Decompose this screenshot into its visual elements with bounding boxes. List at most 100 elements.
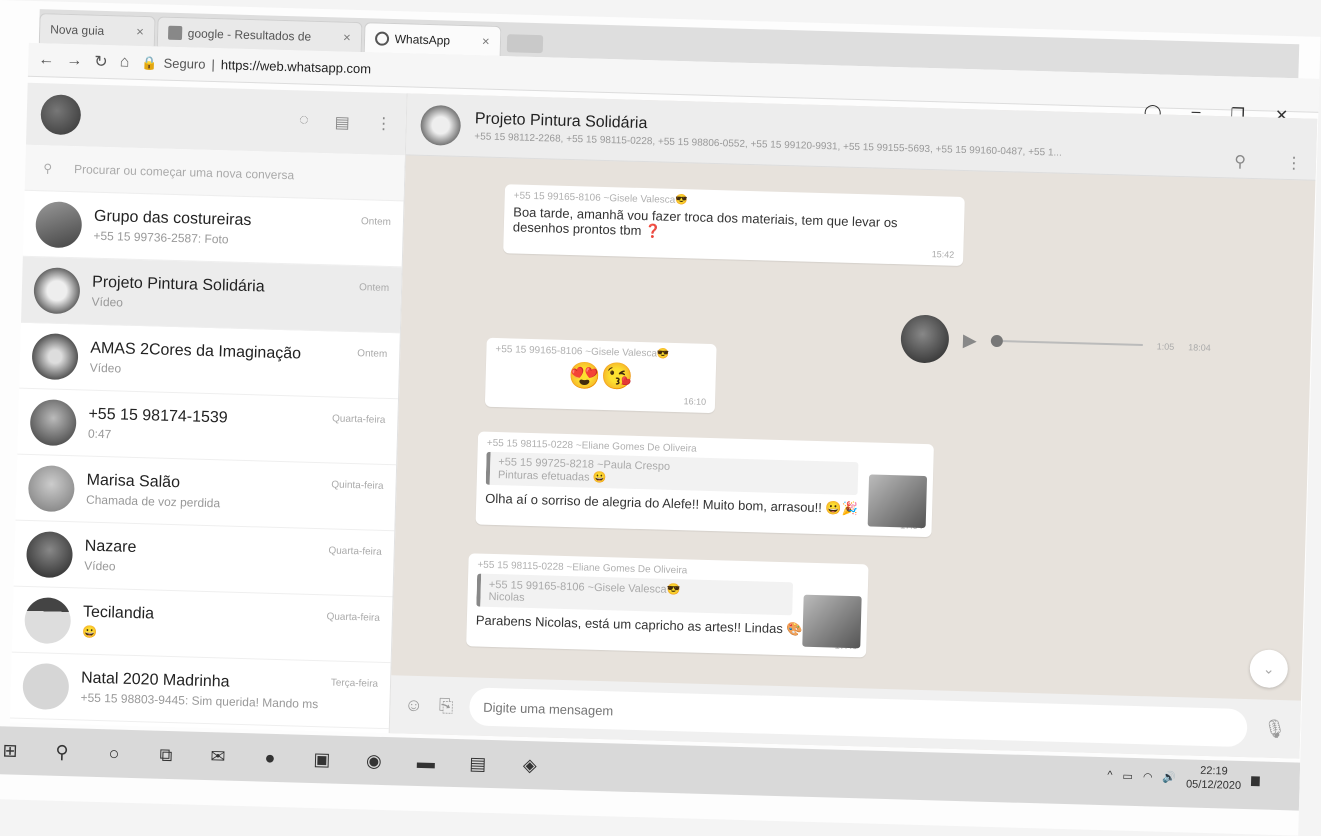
conversation-item[interactable]: +55 15 98174-1539 0:47 Quarta-feira [17, 388, 399, 466]
new-chat-icon[interactable]: ▤ [334, 112, 350, 132]
quoted-message[interactable]: +55 15 99725-8218 ~Paula Crespo Pinturas… [485, 451, 859, 496]
avatar[interactable] [420, 104, 462, 146]
audio-handle[interactable] [990, 334, 1003, 348]
conversation-time: Quarta-feira [328, 545, 382, 558]
new-tab-button[interactable] [506, 34, 543, 54]
message-bubble: +55 15 99165-8106 ~Gisele Valesca😎 Boa t… [503, 184, 965, 266]
secure-label: Seguro [163, 55, 206, 72]
chrome-icon[interactable]: ◉ [363, 750, 386, 772]
conversation-item[interactable]: Grupo das costureiras +55 15 99736-2587:… [22, 190, 404, 268]
conversation-preview: Vídeo [84, 558, 116, 574]
forward-arrow-icon[interactable]: → [66, 51, 82, 69]
audio-track[interactable] [990, 334, 1143, 348]
search-icon[interactable]: ⚲ [51, 741, 74, 763]
conversation-item[interactable]: Natal 2020 Madrinha +55 15 98803-9445: S… [9, 652, 391, 730]
tab-label: Nova guia [50, 21, 105, 38]
conversation-item[interactable]: AMAS 2Cores da Imaginação Vídeo Ontem [19, 322, 400, 400]
mail-icon[interactable]: ✉ [207, 746, 230, 768]
close-icon[interactable]: × [317, 29, 351, 45]
quoted-message[interactable]: +55 15 99165-8106 ~Gisele Valesca😎 Nicol… [476, 573, 794, 616]
conversation-preview: Vídeo [91, 294, 124, 310]
status-icon[interactable]: ◌ [299, 111, 309, 131]
windows-start-icon[interactable]: ⊞ [0, 740, 21, 762]
divider: | [211, 56, 216, 73]
screen-photo: Nova guia × google - Resultados de × Wha… [0, 0, 1321, 836]
audio-duration: 1:05 [1156, 341, 1175, 352]
search-icon[interactable]: ⚲ [1234, 152, 1246, 172]
emoji-icon[interactable]: ☺ [404, 694, 423, 716]
home-icon[interactable]: ⌂ [119, 53, 130, 71]
microphone-icon[interactable]: 🎙 [1263, 718, 1286, 740]
message-bubble: +55 15 98115-0228 ~Eliane Gomes De Olive… [475, 431, 934, 538]
message-input[interactable] [468, 687, 1248, 748]
avatar [33, 266, 81, 314]
notifications-icon[interactable]: ▆ [1251, 773, 1260, 786]
audio-message: ▶ 1:05 18:04 [890, 307, 1222, 378]
message-bubble: +55 15 98115-0228 ~Eliane Gomes De Olive… [466, 553, 869, 658]
conversation-time: Terça-feira [330, 677, 379, 690]
wifi-icon[interactable]: ◠ [1143, 770, 1153, 783]
conversation-item[interactable]: Marisa Salão Chamada de voz perdida Quin… [15, 454, 397, 532]
conversation-preview: 😀 [82, 624, 98, 639]
menu-icon[interactable]: ⋮ [375, 114, 392, 134]
image-thumbnail[interactable] [867, 474, 928, 529]
menu-icon[interactable]: ⋮ [1286, 153, 1303, 173]
reload-icon[interactable]: ↻ [94, 51, 108, 71]
clock[interactable]: 22:19 05/12/2020 [1186, 763, 1242, 793]
tab-label: google - Resultados de [187, 25, 312, 44]
avatar [24, 596, 72, 644]
chat-panel: Projeto Pintura Solidária +55 15 98112-2… [389, 93, 1318, 759]
conversation-time: Quarta-feira [326, 611, 381, 624]
clock-date: 05/12/2020 [1185, 778, 1242, 793]
conversation-item[interactable]: Nazare Vídeo Quarta-feira [13, 520, 395, 598]
conversation-preview: Vídeo [89, 360, 122, 376]
message-list: +55 15 99165-8106 ~Gisele Valesca😎 Boa t… [391, 155, 1315, 700]
search-icon: ⚲ [43, 160, 53, 176]
system-tray: ^ ▭ ◠ 🔊 22:19 05/12/2020 ▆ [1107, 761, 1260, 794]
tab-label: WhatsApp [394, 31, 451, 48]
message-bubble: +55 15 99165-8106 ~Gisele Valesca😎 😍😘 16… [484, 337, 717, 414]
avatar [35, 200, 83, 248]
back-arrow-icon[interactable]: ← [38, 51, 54, 69]
conversation-preview: +55 15 98803-9445: Sim querida! Mando ms… [80, 690, 319, 712]
conversation-item[interactable]: Tecilandia 😀 Quarta-feira [11, 586, 393, 664]
avatar [31, 332, 79, 380]
image-thumbnail[interactable] [802, 594, 862, 649]
conversation-name: Natal 2020 Madrinha [80, 669, 230, 691]
folder-icon[interactable]: ▬ [415, 751, 438, 773]
photos-icon[interactable]: ▣ [311, 748, 334, 770]
conversation-item[interactable]: Projeto Pintura Solidária Vídeo Ontem [20, 256, 402, 334]
tab-whatsapp[interactable]: WhatsApp × [363, 22, 502, 56]
attach-icon[interactable]: ⎘ [439, 695, 454, 716]
sidebar: ◌ ▤ ⋮ ⚲ Procurar ou começar uma nova con… [9, 82, 408, 734]
cortana-icon[interactable]: ○ [103, 743, 126, 765]
whatsapp-app: ◌ ▤ ⋮ ⚲ Procurar ou começar uma nova con… [9, 82, 1318, 759]
tab-new[interactable]: Nova guia × [38, 13, 156, 47]
conversation-name: Nazare [84, 537, 137, 557]
google-favicon-icon [167, 25, 182, 40]
avatar [29, 398, 77, 446]
omnibox[interactable]: 🔒 Seguro | https://web.whatsapp.com [141, 54, 371, 76]
conversation-time: Quinta-feira [331, 479, 384, 492]
avatar [27, 464, 76, 512]
conversation-name: Marisa Salão [86, 471, 181, 492]
close-icon[interactable]: × [456, 33, 490, 48]
avatar[interactable] [40, 94, 82, 136]
chevron-up-icon[interactable]: ^ [1107, 770, 1113, 782]
edge-icon[interactable]: ● [259, 747, 282, 769]
store-icon[interactable]: ▤ [467, 753, 490, 775]
url-text: https://web.whatsapp.com [220, 57, 372, 77]
play-icon[interactable]: ▶ [963, 330, 977, 351]
conversation-time: Ontem [360, 216, 392, 229]
network-icon[interactable]: ▭ [1122, 769, 1133, 782]
volume-icon[interactable]: 🔊 [1162, 771, 1176, 784]
whatsapp-favicon-icon [374, 30, 389, 46]
conversation-time: Ontem [358, 282, 390, 294]
sidebar-header: ◌ ▤ ⋮ [25, 82, 407, 156]
close-icon[interactable]: × [110, 23, 144, 39]
conversation-preview: Chamada de voz perdida [85, 492, 221, 511]
message-text: 😍😘 [567, 360, 634, 392]
task-view-icon[interactable]: ⧉ [155, 744, 178, 766]
app-icon[interactable]: ◈ [519, 754, 542, 776]
audio-time: 18:04 [1188, 342, 1211, 353]
